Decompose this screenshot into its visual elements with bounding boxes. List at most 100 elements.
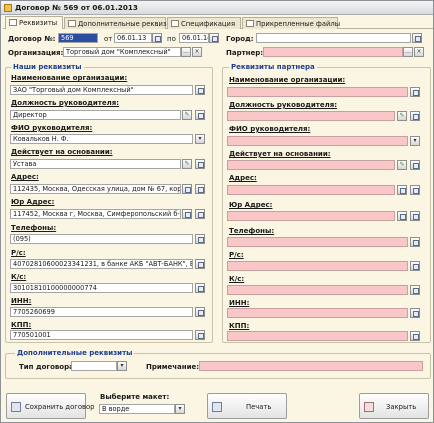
- our-inn-field[interactable]: 7705260699: [10, 307, 193, 317]
- window-title: Договор № 569 от 06.01.2013: [15, 3, 138, 12]
- our-field-label: Наименование организации:: [11, 74, 128, 82]
- select-icon[interactable]: [195, 85, 205, 95]
- our-kpp-field[interactable]: 770501001: [10, 330, 193, 340]
- document-icon: [4, 4, 12, 12]
- close-button[interactable]: Закрыть: [359, 393, 429, 419]
- partner-address-field[interactable]: [227, 185, 395, 195]
- partner-basis-field[interactable]: [227, 160, 395, 170]
- partner-director-position-field[interactable]: [227, 111, 395, 121]
- select-icon[interactable]: [195, 330, 205, 340]
- partner-director-name-field[interactable]: [227, 136, 408, 146]
- select-icon[interactable]: [195, 307, 205, 317]
- clear-button[interactable]: ×: [414, 47, 424, 57]
- select-icon[interactable]: [195, 110, 205, 120]
- partner-kpp-field[interactable]: [227, 331, 408, 341]
- select-icon[interactable]: [410, 87, 420, 97]
- partner-field[interactable]: [263, 47, 403, 57]
- our-director-name-field[interactable]: Ковальков Н. Ф.: [10, 134, 193, 144]
- edit-pencil-icon[interactable]: ✎: [397, 160, 407, 170]
- our-director-position-field[interactable]: Директор: [10, 110, 181, 120]
- tab-icon: [68, 20, 76, 27]
- tab-label: Спецификация: [181, 20, 236, 28]
- close-icon: [364, 402, 374, 412]
- our-requisites-title: Наши реквизиты: [11, 63, 84, 71]
- partner-legal-address-field[interactable]: [227, 211, 395, 221]
- select-icon[interactable]: [410, 211, 420, 221]
- contract-window: Договор № 569 от 06.01.2013 Реквизиты До…: [0, 0, 434, 423]
- select-icon[interactable]: [410, 261, 420, 271]
- our-corr-account-field[interactable]: 30101810100000000774: [10, 283, 193, 293]
- select-icon[interactable]: [410, 308, 420, 318]
- save-contract-button[interactable]: Сохранить договор: [6, 393, 94, 419]
- date-from-field[interactable]: 06.01.13: [114, 33, 152, 43]
- select-icon[interactable]: [410, 185, 420, 195]
- our-legal-address-field[interactable]: 117452, Москва г, Москва, Симферопольски…: [10, 209, 181, 219]
- select-icon[interactable]: [410, 111, 420, 121]
- tab-requisites[interactable]: Реквизиты: [5, 16, 63, 29]
- contract-type-field[interactable]: [71, 361, 117, 371]
- edit-pencil-icon[interactable]: ✎: [397, 111, 407, 121]
- select-icon[interactable]: [195, 283, 205, 293]
- select-icon[interactable]: [182, 184, 192, 194]
- select-icon[interactable]: [410, 160, 420, 170]
- tab-attached-files[interactable]: Прикрепленные файлы: [242, 17, 340, 29]
- additional-requisites-title: Дополнительные реквизиты: [15, 349, 135, 357]
- partner-account-field[interactable]: [227, 261, 408, 271]
- select-icon[interactable]: [397, 211, 407, 221]
- select-icon[interactable]: [410, 237, 420, 247]
- our-address-field[interactable]: 112435, Москва, Одесская улица, дом № 67…: [10, 184, 181, 194]
- template-select[interactable]: В ворде: [99, 404, 175, 414]
- tab-additional-requisites[interactable]: Дополнительные реквизиты: [64, 17, 180, 29]
- partner-corr-account-field[interactable]: [227, 285, 408, 295]
- close-label: Закрыть: [386, 403, 417, 411]
- tab-specification[interactable]: Спецификация: [167, 17, 241, 29]
- contract-number-field[interactable]: 569: [58, 33, 98, 43]
- select-icon[interactable]: [195, 159, 205, 169]
- print-button[interactable]: Печать: [207, 393, 287, 419]
- select-icon[interactable]: [410, 285, 420, 295]
- calendar-icon[interactable]: [152, 33, 162, 43]
- select-icon[interactable]: [412, 33, 422, 43]
- calendar-icon[interactable]: [209, 33, 219, 43]
- select-icon[interactable]: [195, 234, 205, 244]
- partner-phones-field[interactable]: [227, 237, 408, 247]
- save-icon: [11, 402, 21, 412]
- organization-field[interactable]: Торговый дом "Комплексный": [63, 47, 181, 57]
- dropdown-icon[interactable]: ▾: [195, 134, 205, 144]
- select-icon[interactable]: [195, 184, 205, 194]
- dropdown-icon[interactable]: ▾: [175, 404, 185, 414]
- select-icon[interactable]: [397, 185, 407, 195]
- clear-button[interactable]: ×: [192, 47, 202, 57]
- contract-type-label: Тип договора:: [19, 363, 77, 371]
- edit-pencil-icon[interactable]: ✎: [182, 110, 192, 120]
- select-icon[interactable]: [410, 331, 420, 341]
- partner-field-label: ИНН:: [229, 299, 250, 307]
- our-field-label: ИНН:: [11, 297, 32, 305]
- select-button[interactable]: …: [403, 47, 413, 57]
- dropdown-icon[interactable]: ▾: [117, 361, 127, 371]
- city-field[interactable]: [256, 33, 411, 43]
- partner-inn-field[interactable]: [227, 308, 408, 318]
- date-to-field[interactable]: 06.01.14: [179, 33, 209, 43]
- our-org-name-field[interactable]: ЗАО "Торговый дом Комплексный": [10, 85, 193, 95]
- edit-pencil-icon[interactable]: ✎: [182, 159, 192, 169]
- our-account-field[interactable]: 40702810600023341231, в банке АКБ "АВТ-Б…: [10, 259, 193, 269]
- note-field[interactable]: [199, 361, 423, 371]
- our-phones-field[interactable]: (095): [10, 234, 193, 244]
- partner-org-name-field[interactable]: [227, 87, 408, 97]
- select-icon[interactable]: [195, 259, 205, 269]
- partner-field-label: Р/с:: [229, 251, 244, 259]
- partner-field-label: Должность руководителя:: [229, 101, 338, 109]
- our-field-label: Юр Адрес:: [11, 198, 55, 206]
- tab-icon: [171, 20, 179, 27]
- dropdown-icon[interactable]: ▾: [410, 136, 420, 146]
- tab-icon: [246, 20, 254, 27]
- our-field-label: ФИО руководителя:: [11, 124, 93, 132]
- our-field-label: Действует на основании:: [11, 148, 113, 156]
- select-icon[interactable]: [195, 209, 205, 219]
- select-button[interactable]: …: [181, 47, 191, 57]
- select-icon[interactable]: [182, 209, 192, 219]
- our-field-label: Р/с:: [11, 249, 26, 257]
- save-contract-label: Сохранить договор: [25, 403, 95, 411]
- our-basis-field[interactable]: Устава: [10, 159, 181, 169]
